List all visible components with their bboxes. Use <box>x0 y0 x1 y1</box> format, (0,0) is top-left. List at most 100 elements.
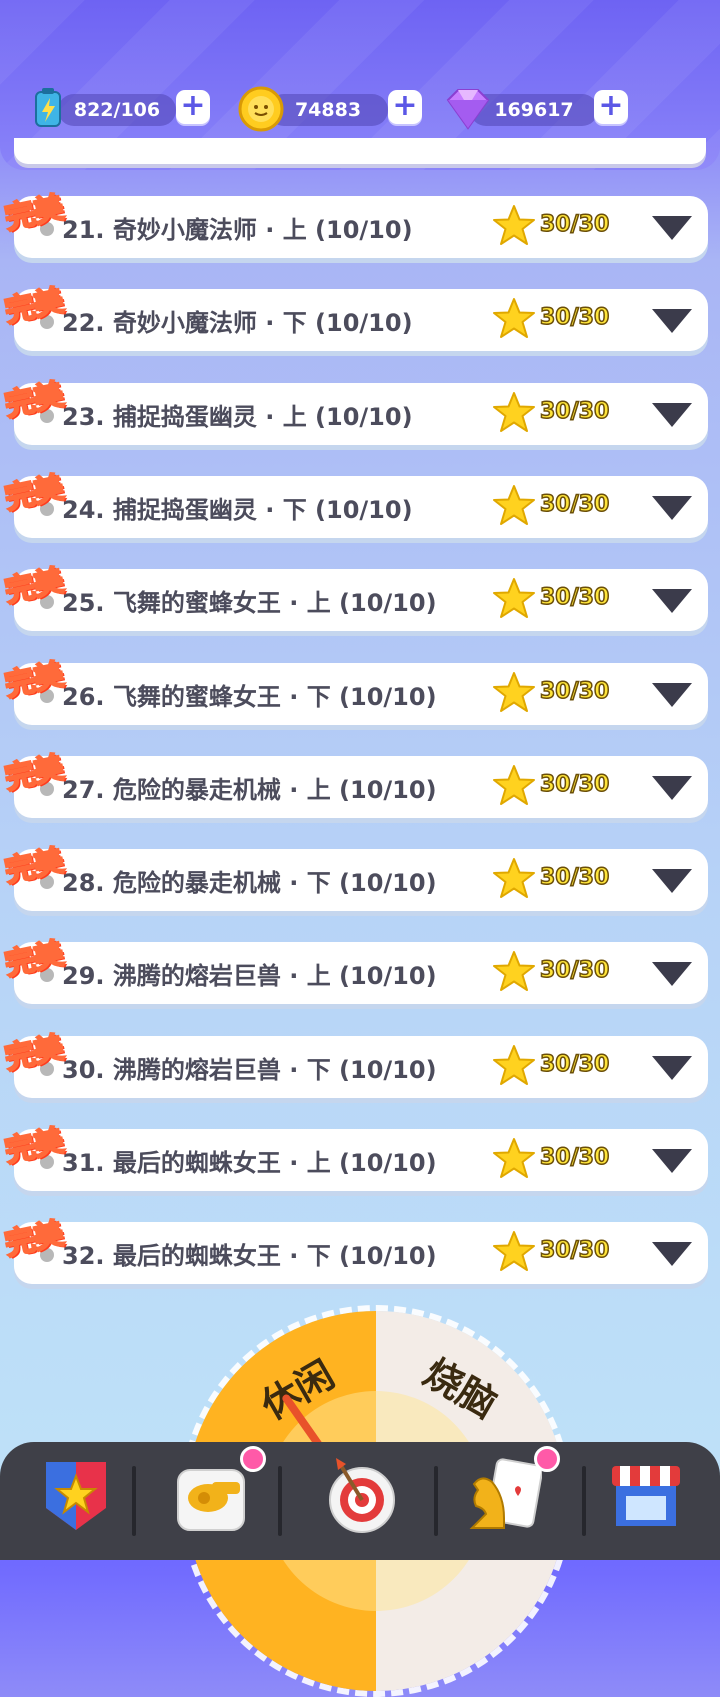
level-title: 23. 捕捉捣蛋幽灵 · 上 (10/10) <box>62 402 413 431</box>
whistle-icon <box>177 1469 245 1531</box>
expand-chevron-icon[interactable] <box>652 1242 692 1267</box>
star-icon <box>493 391 535 432</box>
level-row[interactable]: 28. 危险的暴走机械 · 下 (10/10) 30/30 完美 <box>1 842 708 912</box>
nav-badge-button[interactable] <box>36 1456 116 1536</box>
level-title: 22. 奇妙小魔法师 · 下 (10/10) <box>62 309 413 338</box>
notification-dot <box>240 1446 266 1472</box>
coin-icon <box>238 86 284 132</box>
star-icon <box>493 298 535 339</box>
coin-value: 74883 <box>268 94 388 126</box>
star-score: 30/30 <box>539 305 610 332</box>
level-row[interactable]: 32. 最后的蜘蛛女王 · 下 (10/10) 30/30 完美 <box>1 1216 708 1285</box>
nav-whistle-button[interactable] <box>172 1446 266 1536</box>
add-gems-button[interactable]: + <box>594 90 628 124</box>
expand-chevron-icon[interactable] <box>652 962 692 987</box>
level-row[interactable]: 31. 最后的蜘蛛女王 · 上 (10/10) 30/30 完美 <box>1 1122 708 1191</box>
energy-value: 822/106 <box>58 94 176 126</box>
gem-counter: 169617 + <box>440 88 634 130</box>
star-score: 30/30 <box>539 678 610 705</box>
star-score: 30/30 <box>539 958 610 985</box>
expand-chevron-icon[interactable] <box>652 589 692 614</box>
star-score: 30/30 <box>539 211 610 238</box>
level-title: 28. 危险的暴走机械 · 下 (10/10) <box>62 869 437 898</box>
star-icon <box>493 671 535 712</box>
nav-shop-button[interactable] <box>606 1456 686 1536</box>
nav-game-button[interactable] <box>462 1446 560 1536</box>
star-icon <box>493 1231 535 1272</box>
level-row[interactable]: 27. 危险的暴走机械 · 上 (10/10) 30/30 完美 <box>1 749 708 818</box>
star-icon <box>493 1138 535 1178</box>
expand-chevron-icon[interactable] <box>652 402 692 427</box>
star-icon <box>493 484 535 525</box>
level-row[interactable]: 21. 奇妙小魔法师 · 上 (10/10) 30/30 完美 <box>1 189 708 258</box>
shop-icon <box>612 1466 680 1526</box>
expand-chevron-icon[interactable] <box>652 309 692 334</box>
add-energy-button[interactable]: + <box>176 90 210 124</box>
star-score: 30/30 <box>539 398 610 425</box>
perfect-badge: 完美 <box>1 189 67 237</box>
level-row[interactable]: 26. 飞舞的蜜蜂女王 · 下 (10/10) 30/30 完美 <box>1 656 708 725</box>
list-top-edge <box>14 138 706 164</box>
level-row[interactable]: 23. 捕捉捣蛋幽灵 · 上 (10/10) 30/30 完美 <box>1 376 708 445</box>
perfect-badge: 完美 <box>1 283 67 331</box>
perfect-badge: 完美 <box>1 936 67 984</box>
expand-chevron-icon[interactable] <box>652 1055 692 1080</box>
target-icon <box>329 1458 395 1533</box>
nav-divider <box>434 1466 438 1536</box>
perfect-badge: 完美 <box>1 656 67 704</box>
perfect-badge: 完美 <box>1 1122 67 1170</box>
perfect-badge: 完美 <box>1 842 67 890</box>
level-row[interactable]: 29. 沸腾的熔岩巨兽 · 上 (10/10) 30/30 完美 <box>1 936 708 1005</box>
star-icon <box>493 764 535 805</box>
level-title: 30. 沸腾的熔岩巨兽 · 下 (10/10) <box>62 1055 437 1084</box>
star-score: 30/30 <box>539 771 610 798</box>
star-score: 30/30 <box>539 491 610 518</box>
level-row[interactable]: 24. 捕捉捣蛋幽灵 · 下 (10/10) 30/30 完美 <box>1 469 708 538</box>
star-icon <box>493 951 535 992</box>
level-title: 32. 最后的蜘蛛女王 · 下 (10/10) <box>62 1242 437 1271</box>
star-icon <box>493 205 535 245</box>
badge-shield-icon <box>46 1462 106 1530</box>
level-title: 26. 飞舞的蜜蜂女王 · 下 (10/10) <box>62 682 437 711</box>
star-score: 30/30 <box>539 1051 610 1078</box>
perfect-badge: 完美 <box>1 749 67 797</box>
nav-divider <box>582 1466 586 1536</box>
star-score: 30/30 <box>539 584 610 611</box>
star-score: 30/30 <box>539 1144 610 1171</box>
knight-card-icon <box>469 1458 544 1529</box>
gem-icon <box>446 89 490 130</box>
expand-chevron-icon[interactable] <box>652 1149 692 1173</box>
energy-counter: 822/106 + <box>28 88 214 130</box>
perfect-badge: 完美 <box>1 469 67 517</box>
perfect-badge: 完美 <box>1 562 67 610</box>
star-score: 30/30 <box>539 1238 610 1265</box>
level-title: 31. 最后的蜘蛛女王 · 上 (10/10) <box>62 1149 437 1177</box>
perfect-badge: 完美 <box>1 1029 67 1077</box>
expand-chevron-icon[interactable] <box>652 682 692 707</box>
level-row[interactable]: 25. 飞舞的蜜蜂女王 · 上 (10/10) 30/30 完美 <box>1 562 708 632</box>
level-title: 29. 沸腾的熔岩巨兽 · 上 (10/10) <box>62 962 437 991</box>
expand-chevron-icon[interactable] <box>652 775 692 800</box>
expand-chevron-icon[interactable] <box>652 216 692 240</box>
bottom-nav <box>0 1442 720 1560</box>
expand-chevron-icon[interactable] <box>652 869 692 894</box>
perfect-badge: 完美 <box>1 376 67 424</box>
notification-dot <box>534 1446 560 1472</box>
level-title: 24. 捕捉捣蛋幽灵 · 下 (10/10) <box>62 495 413 524</box>
star-score: 30/30 <box>539 864 610 891</box>
level-title: 27. 危险的暴走机械 · 上 (10/10) <box>62 775 437 804</box>
nav-divider <box>132 1466 136 1536</box>
battery-icon <box>35 88 61 127</box>
coin-counter: 74883 + <box>238 86 428 132</box>
nav-target-button[interactable] <box>322 1456 402 1536</box>
star-icon <box>493 858 535 899</box>
level-row[interactable]: 30. 沸腾的熔岩巨兽 · 下 (10/10) 30/30 完美 <box>1 1029 708 1098</box>
nav-divider <box>278 1466 282 1536</box>
level-title: 21. 奇妙小魔法师 · 上 (10/10) <box>62 216 413 244</box>
perfect-badge: 完美 <box>1 1216 67 1264</box>
add-coins-button[interactable]: + <box>388 90 422 124</box>
star-icon <box>493 1044 535 1085</box>
level-row[interactable]: 22. 奇妙小魔法师 · 下 (10/10) 30/30 完美 <box>1 283 708 352</box>
star-icon <box>493 578 535 619</box>
expand-chevron-icon[interactable] <box>652 495 692 520</box>
